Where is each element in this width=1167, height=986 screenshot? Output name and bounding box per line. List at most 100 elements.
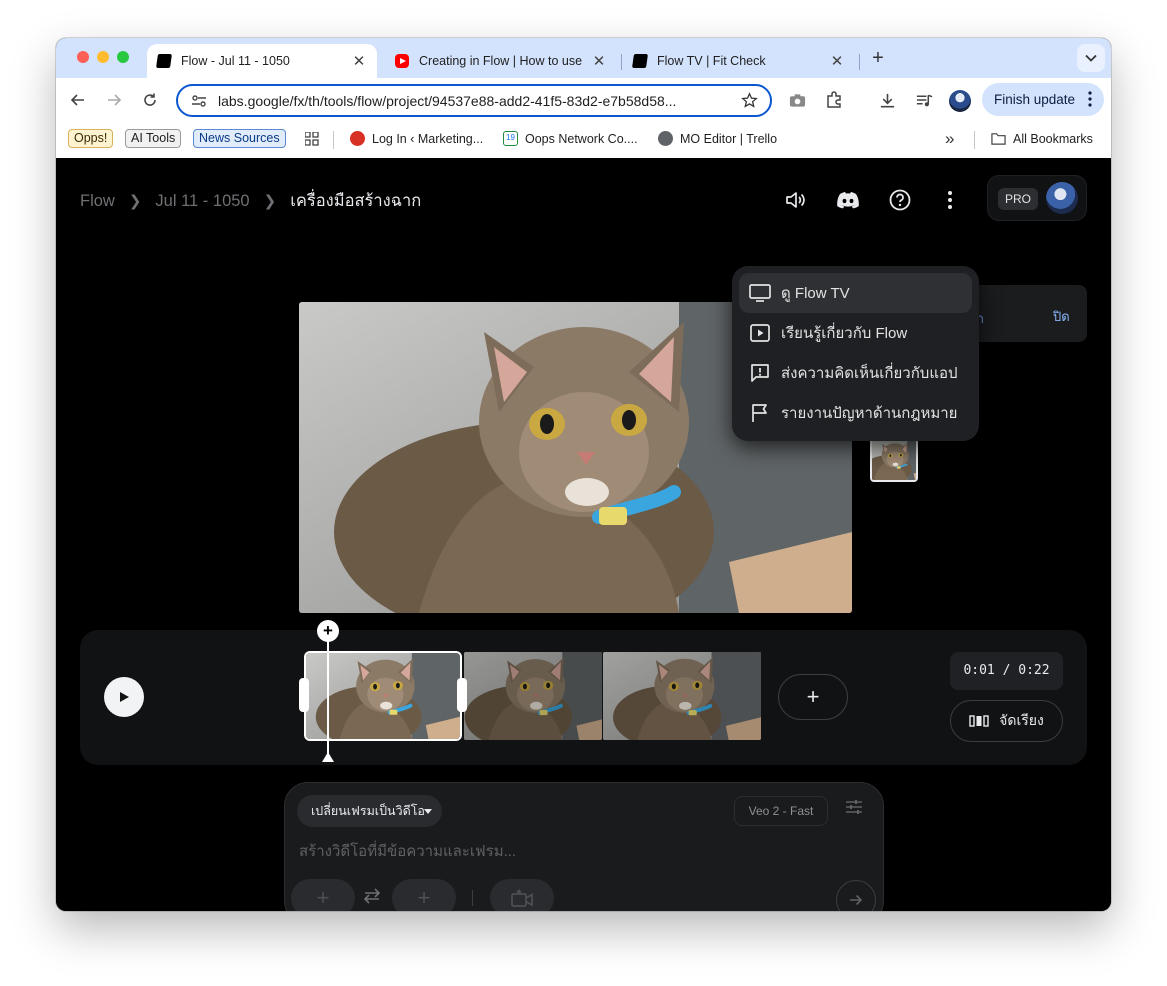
tab-title: Flow - Jul 11 - 1050 (181, 54, 290, 68)
add-clip-button[interactable]: + (778, 674, 848, 720)
more-bookmarks-button[interactable]: » (945, 129, 954, 149)
cat-thumbnail-image (872, 440, 916, 480)
menu-item-learn-about-flow[interactable]: เรียนรู้เกี่ยวกับ Flow (739, 313, 972, 353)
apps-grid-icon[interactable] (304, 131, 319, 149)
menu-item-report-legal-issue[interactable]: รายงานปัญหาด้านกฎหมาย (739, 393, 972, 433)
reload-button[interactable] (138, 88, 162, 112)
account-panel[interactable]: PRO (987, 175, 1087, 221)
add-video-button[interactable] (490, 879, 554, 911)
bookmark-folder-opps[interactable]: Opps! (68, 129, 114, 148)
timeline-clip[interactable] (603, 652, 761, 740)
reload-icon (144, 93, 156, 106)
close-icon[interactable]: ✕ (591, 52, 607, 70)
address-bar[interactable]: labs.google/fx/th/tools/flow/project/945… (176, 84, 772, 117)
bookmark-oops-network[interactable]: 19 Oops Network Co.... (503, 131, 638, 146)
menu-item-label: เรียนรู้เกี่ยวกับ Flow (781, 325, 908, 342)
chevron-right-icon: ❯ (128, 193, 142, 210)
menu-item-send-feedback[interactable]: ส่งความคิดเห็นเกี่ยวกับแอป (739, 353, 972, 393)
timeline-panel: + + 0:01 / 0:22 จัดเรียง (80, 620, 1087, 765)
tab-flow-tv[interactable]: Flow TV | Fit Check ✕ (623, 44, 855, 78)
clip-thumbnail (464, 652, 602, 740)
tv-icon (749, 282, 771, 304)
folder-icon (991, 133, 1006, 145)
trim-handle-start[interactable] (299, 678, 309, 712)
breadcrumb-flow[interactable]: Flow (80, 192, 115, 211)
user-avatar[interactable] (1046, 182, 1078, 214)
close-window-button[interactable] (77, 51, 89, 63)
more-options-button[interactable] (936, 186, 964, 214)
chevron-right-icon: ❯ (263, 193, 277, 210)
plus-icon: + (316, 885, 330, 910)
add-last-frame-button[interactable]: + (392, 879, 456, 911)
add-at-playhead-button[interactable]: + (317, 620, 339, 642)
breadcrumb-current: เครื่องมือสร้างฉาก (290, 192, 422, 210)
play-square-icon (749, 322, 771, 344)
caret-down-icon (424, 809, 432, 814)
menu-item-label: รายงานปัญหาด้านกฎหมาย (781, 405, 958, 422)
breadcrumb-project[interactable]: Jul 11 - 1050 (155, 192, 249, 211)
playhead-marker[interactable] (322, 752, 334, 762)
composer-divider (472, 890, 473, 906)
back-button[interactable] (66, 88, 90, 112)
close-icon[interactable]: ✕ (351, 52, 367, 70)
close-icon[interactable]: ✕ (829, 52, 845, 70)
send-button[interactable] (836, 880, 876, 911)
clip-thumbnail (603, 652, 761, 740)
bookmark-folder-news-sources[interactable]: News Sources (193, 129, 286, 148)
tune-icon[interactable] (845, 799, 863, 820)
site-settings-icon[interactable] (190, 92, 208, 110)
browser-toolbar: labs.google/fx/th/tools/flow/project/945… (56, 78, 1111, 122)
swap-frames-icon[interactable] (362, 888, 382, 909)
scene-thumbnail[interactable] (870, 438, 918, 482)
mode-select[interactable]: เปลี่ยนเฟรมเป็นวิดีโอ (297, 795, 442, 827)
timeline-clip[interactable] (464, 652, 602, 740)
url-text[interactable]: labs.google/fx/th/tools/flow/project/945… (218, 93, 728, 109)
bookmark-label: Log In ‹ Marketing... (372, 131, 484, 146)
arrow-right-icon (850, 894, 863, 906)
bookmark-mo-editor-trello[interactable]: MO Editor | Trello (658, 131, 777, 146)
bookmark-folder-ai-tools[interactable]: AI Tools (125, 129, 182, 148)
new-tab-button[interactable]: + (866, 47, 890, 71)
notice-close-button[interactable]: ปิด (1053, 306, 1070, 327)
bookmark-log-in-marketing[interactable]: Log In ‹ Marketing... (350, 131, 483, 146)
finish-update-label: Finish update (994, 92, 1076, 107)
tab-separator (621, 54, 622, 70)
arrange-label: จัดเรียง (999, 712, 1044, 728)
add-first-frame-button[interactable]: + (291, 879, 355, 911)
tab-search-button[interactable] (1077, 44, 1105, 72)
tab-separator (859, 54, 860, 70)
arrange-button[interactable]: จัดเรียง (950, 700, 1063, 742)
model-chip[interactable]: Veo 2 - Fast (734, 796, 828, 826)
discord-button[interactable] (834, 186, 862, 214)
bookmark-separator (974, 131, 975, 149)
tab-creating-in-flow[interactable]: Creating in Flow | How to use ✕ (385, 44, 617, 78)
more-vert-icon (1088, 91, 1092, 107)
forward-button[interactable] (102, 88, 126, 112)
plus-icon: + (417, 885, 431, 910)
play-button[interactable] (104, 677, 144, 717)
minimize-window-button[interactable] (97, 51, 109, 63)
all-bookmarks-button[interactable]: All Bookmarks (991, 131, 1093, 146)
bookmark-separator (333, 131, 334, 149)
media-control-icon[interactable] (913, 89, 935, 111)
profile-avatar[interactable] (949, 90, 971, 112)
finish-update-button[interactable]: Finish update (982, 83, 1104, 116)
trim-handle-end[interactable] (457, 678, 467, 712)
more-options-menu: ดู Flow TV เรียนรู้เกี่ยวกับ Flow ส่งควา… (732, 266, 979, 441)
volume-button[interactable] (782, 186, 810, 214)
camera-icon[interactable] (786, 89, 808, 111)
arrow-left-icon (70, 94, 84, 106)
tab-strip: Flow - Jul 11 - 1050 ✕ Creating in Flow … (56, 38, 1111, 78)
menu-item-flow-tv[interactable]: ดู Flow TV (739, 273, 972, 313)
plus-icon: + (806, 684, 820, 709)
extensions-icon[interactable] (823, 89, 845, 111)
prompt-input[interactable] (299, 839, 859, 863)
playhead[interactable] (327, 630, 329, 758)
tab-flow-project[interactable]: Flow - Jul 11 - 1050 ✕ (147, 44, 377, 78)
menu-item-label: ดู Flow TV (781, 285, 850, 302)
help-button[interactable] (886, 186, 914, 214)
bookmark-star-icon[interactable] (741, 92, 758, 114)
download-icon[interactable] (876, 89, 898, 111)
maximize-window-button[interactable] (117, 51, 129, 63)
bookmarks-bar: Opps! AI Tools News Sources Log In ‹ Mar… (56, 122, 1111, 158)
